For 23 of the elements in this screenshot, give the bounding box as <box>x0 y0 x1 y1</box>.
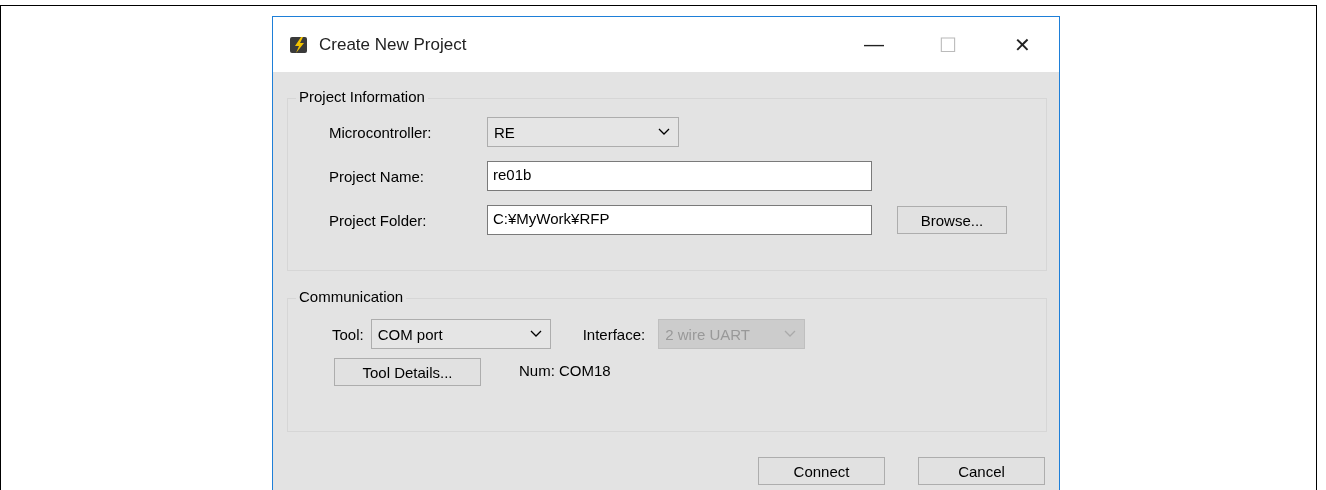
field-label: Microcontroller: <box>329 123 433 141</box>
dropdown[interactable]: RE <box>487 117 679 147</box>
field-label: Interface: <box>582 325 646 343</box>
dialog-button[interactable]: Connect <box>758 457 885 485</box>
chevron-icon <box>658 128 670 136</box>
field-label: Project Folder: <box>329 211 428 229</box>
app-icon <box>289 34 309 55</box>
close-button[interactable]: ✕ <box>985 32 1059 57</box>
port-number: Num: COM18 <box>519 361 611 379</box>
chevron-icon <box>529 330 542 338</box>
chevron-icon <box>784 330 797 338</box>
group-title: Project Information <box>296 88 428 105</box>
window-title: Create New Project <box>319 34 467 55</box>
minimize-button[interactable]: — <box>837 32 911 57</box>
input-field[interactable]: C:¥MyWork¥RFP <box>487 205 872 235</box>
field-label: Tool: <box>332 325 364 343</box>
dropdown[interactable]: COM port <box>370 319 551 349</box>
field-label: Project Name: <box>329 167 426 185</box>
group-title: Communication <box>296 288 407 305</box>
tool-details-button[interactable]: Tool Details... <box>334 358 481 386</box>
input-field[interactable]: re01b <box>487 161 872 191</box>
browse-button[interactable]: Browse... <box>897 206 1007 234</box>
dialog-button[interactable]: Cancel <box>918 457 1045 485</box>
